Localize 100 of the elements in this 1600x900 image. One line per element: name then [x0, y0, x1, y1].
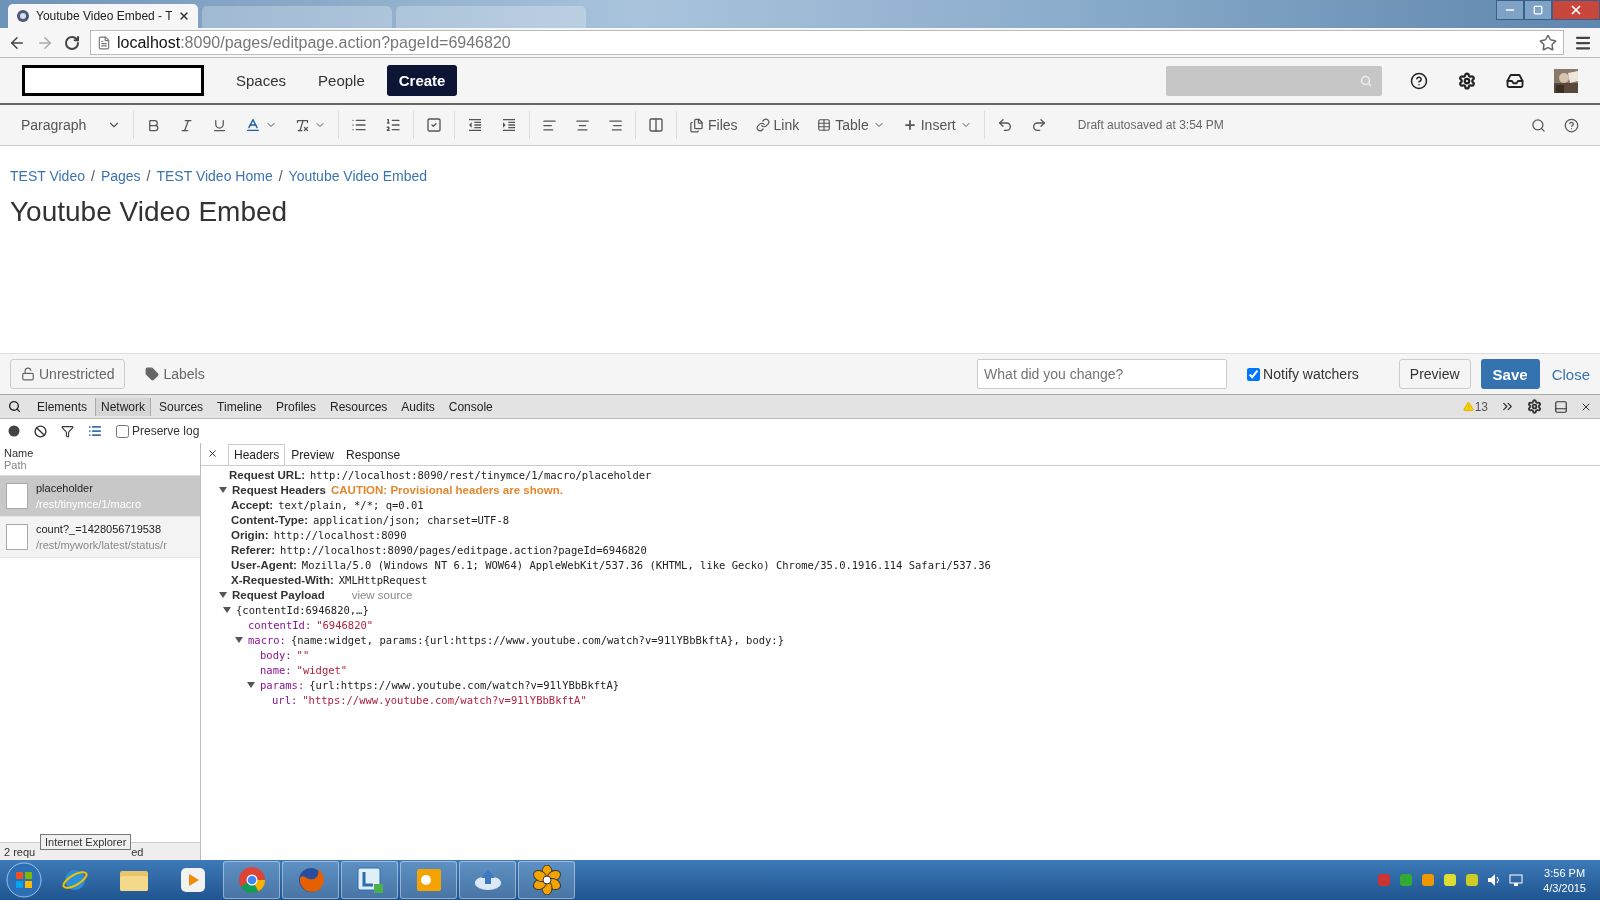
- breadcrumb-link[interactable]: Youtube Video Embed: [288, 168, 428, 184]
- header-key: X-Requested-With:: [231, 574, 334, 586]
- expand-arrow-icon[interactable]: [235, 636, 243, 644]
- chrome-icon[interactable]: [237, 866, 266, 894]
- header-key: Request URL:: [229, 469, 306, 481]
- expand-arrow-icon[interactable]: [219, 486, 227, 494]
- preserve-log-checkbox[interactable]: [116, 424, 129, 438]
- chat-app-icon[interactable]: [355, 866, 384, 894]
- indent-icon: [501, 117, 517, 133]
- expand-arrow-icon[interactable]: [247, 681, 255, 689]
- devtools-tab[interactable]: Sources: [153, 397, 210, 416]
- volume-icon[interactable]: [1487, 873, 1502, 887]
- folder-icon[interactable]: [118, 868, 149, 892]
- header-key: Accept:: [231, 499, 274, 511]
- search-field[interactable]: [1166, 65, 1382, 96]
- detail-tab[interactable]: Headers: [228, 444, 286, 465]
- dock-icon[interactable]: [1554, 399, 1568, 414]
- start-button[interactable]: [4, 861, 44, 899]
- request-path: /rest/mywork/latest/status/r: [36, 539, 167, 551]
- filter-icon[interactable]: [61, 424, 74, 438]
- underline-icon: [212, 117, 227, 133]
- mail-app-icon[interactable]: [414, 866, 443, 894]
- network-icon[interactable]: [1509, 873, 1524, 887]
- breadcrumb-link[interactable]: TEST Video Home: [156, 168, 273, 184]
- header-value: Mozilla/5.0 (Windows NT 6.1; WOW64) AppleWebKit/537.36 (KHTML, like Gecko) Chrome/35.0.1916.114 Safari/537.36: [301, 559, 991, 571]
- section-title[interactable]: Request Headers: [232, 484, 326, 496]
- close-icon[interactable]: [207, 448, 218, 459]
- property-value: {contentId:6946820,…}: [236, 604, 369, 616]
- devtools-tab[interactable]: Resources: [324, 397, 394, 416]
- close-button[interactable]: [1552, 0, 1600, 20]
- settings-icon[interactable]: [1527, 399, 1542, 414]
- inspect-icon[interactable]: [8, 400, 21, 413]
- breadcrumb-separator: /: [146, 168, 151, 184]
- record-icon[interactable]: [8, 425, 20, 437]
- breadcrumb-link[interactable]: Pages: [100, 168, 141, 184]
- view-source-link[interactable]: view source: [351, 589, 413, 601]
- link-button[interactable]: Link: [746, 110, 809, 140]
- star-icon[interactable]: [1539, 33, 1557, 52]
- tray-icon[interactable]: [1465, 873, 1480, 887]
- column-header[interactable]: Path: [4, 459, 196, 471]
- reload-icon[interactable]: [64, 34, 80, 51]
- inbox-icon[interactable]: [1506, 71, 1524, 90]
- section-title[interactable]: Request Payload: [232, 589, 325, 601]
- close-link[interactable]: Close: [1551, 365, 1590, 383]
- search-icon: [1531, 117, 1546, 133]
- request-name: count?_=1428056719538: [36, 523, 163, 535]
- minimize-button[interactable]: [1496, 0, 1524, 20]
- table-button[interactable]: Table: [808, 110, 894, 140]
- preview-button[interactable]: Preview: [1398, 359, 1471, 389]
- nav-link[interactable]: Spaces: [220, 72, 303, 89]
- labels-button[interactable]: Labels: [135, 359, 215, 389]
- property-value: "widget": [296, 664, 348, 676]
- restore-icon: [1533, 5, 1543, 15]
- align-left-icon: [542, 117, 557, 133]
- help-icon[interactable]: [1410, 71, 1428, 90]
- devtools-tab[interactable]: Console: [442, 397, 499, 416]
- restore-button[interactable]: [1524, 0, 1552, 20]
- detail-tab[interactable]: Preview: [285, 444, 341, 465]
- browser-tab[interactable]: Youtube Video Embed - T: [8, 4, 198, 28]
- page-title[interactable]: Youtube Video Embed: [10, 196, 1590, 228]
- devtools-tab[interactable]: Audits: [395, 397, 441, 416]
- list-view-icon[interactable]: [88, 424, 102, 438]
- address-bar[interactable]: localhost:8090/pages/editpage.action?pageId=6946820: [90, 30, 1564, 55]
- settings-icon[interactable]: [1458, 71, 1476, 90]
- warning-count[interactable]: 13: [1462, 399, 1488, 414]
- insert-button[interactable]: Insert: [893, 110, 981, 140]
- property-key: url:: [272, 694, 298, 706]
- header-value: text/plain, */*; q=0.01: [278, 499, 424, 511]
- breadcrumb-separator: /: [278, 168, 283, 184]
- column-header[interactable]: Name: [4, 447, 196, 459]
- restrictions-button[interactable]: Unrestricted: [10, 359, 126, 389]
- files-button[interactable]: Files: [680, 110, 747, 140]
- devtools-tab[interactable]: Profiles: [270, 397, 322, 416]
- logo-frame[interactable]: [22, 65, 204, 96]
- create-button[interactable]: Create: [386, 65, 458, 96]
- nav-link[interactable]: People: [302, 72, 381, 89]
- devtools-tab[interactable]: Timeline: [211, 397, 268, 416]
- devtools-tab[interactable]: Network: [95, 397, 152, 416]
- tray-icon[interactable]: [1443, 873, 1458, 887]
- property-value: {url:https://www.youtube.com/watch?v=91lYBbBkftA}: [309, 679, 620, 691]
- request-row[interactable]: count?_=1428056719538 /rest/mywork/latest/status/r: [0, 517, 200, 558]
- tray-icon[interactable]: [1421, 873, 1436, 887]
- notify-label: Notify watchers: [1263, 366, 1359, 382]
- autosave-status: Draft autosaved at 3:54 PM: [1077, 118, 1224, 132]
- clear-icon[interactable]: [34, 424, 47, 438]
- save-button[interactable]: Save: [1480, 359, 1540, 389]
- comment-field[interactable]: What did you change?: [977, 359, 1228, 389]
- flower-icon[interactable]: [531, 865, 562, 895]
- close-icon[interactable]: [178, 10, 190, 22]
- unlock-icon: [21, 367, 35, 381]
- notify-checkbox[interactable]: [1247, 367, 1261, 381]
- breadcrumb-link[interactable]: TEST Video: [10, 168, 85, 184]
- clock-time[interactable]: 3:56 PM: [1544, 866, 1586, 879]
- detail-tab[interactable]: Response: [340, 444, 407, 465]
- paragraph-style-dropdown[interactable]: Paragraph: [12, 110, 130, 140]
- bold-icon: [146, 117, 161, 133]
- header-value: http://localhost:8090/rest/tinymce/1/macro/placeholder: [310, 469, 652, 481]
- devtools-tab[interactable]: Elements: [31, 397, 94, 416]
- play-icon[interactable]: [179, 867, 206, 893]
- clock-date[interactable]: 4/3/2015: [1543, 881, 1586, 894]
